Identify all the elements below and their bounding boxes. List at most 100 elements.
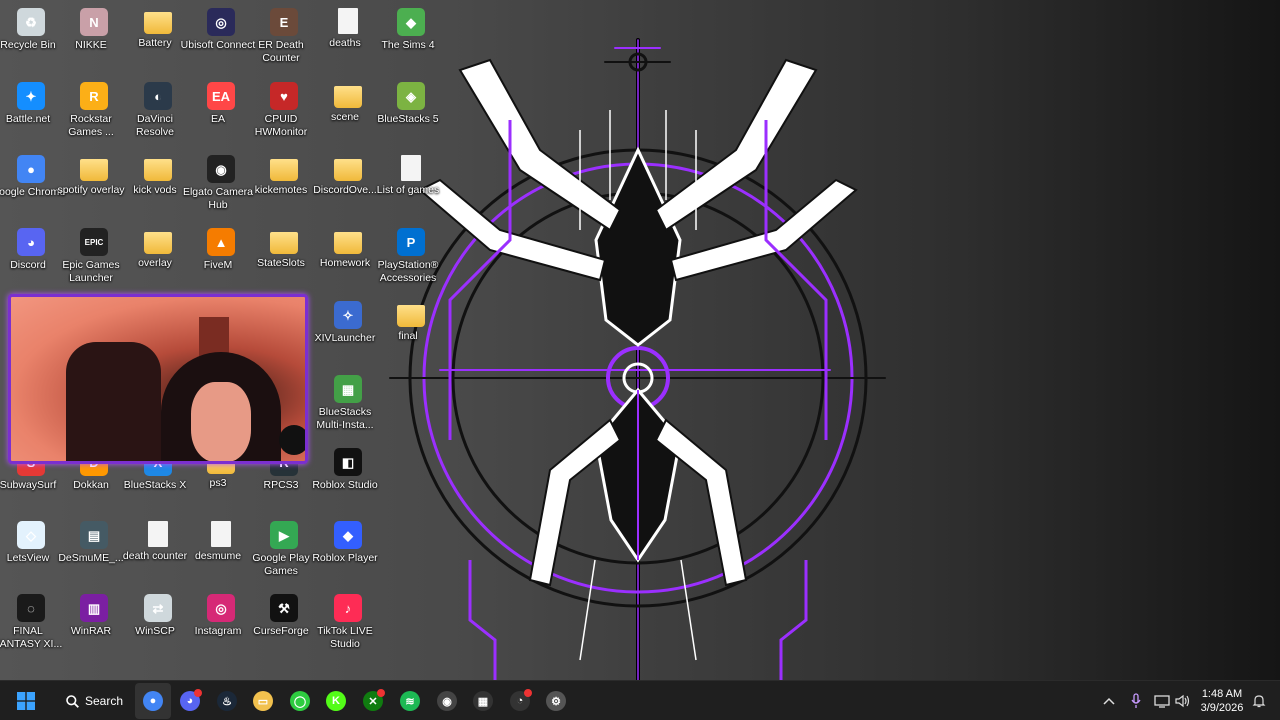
xivlauncher-icon: ✧ [334,301,362,329]
desmume-icon [211,521,231,547]
letsview-icon: ◇ [17,521,45,549]
webcam-person-face [191,382,251,461]
webcam-microphone [279,425,305,455]
notification-badge [524,689,532,697]
elgato-icon: ◉ [437,691,457,711]
document-icon [148,521,168,547]
folder-icon [144,232,172,254]
folder-icon [144,159,172,181]
taskbar-app-settings[interactable]: ⚙ [538,683,574,719]
chrome-icon: ● [17,155,45,183]
folder-icon [334,232,362,254]
taskbar-app-discord[interactable]: ◕ [172,683,208,719]
playstation-icon: P [397,228,425,256]
ubisoft-icon: ◎ [207,8,235,36]
battlenet-icon: ✦ [17,82,45,110]
system-clock[interactable]: 1:48 AM 3/9/2026 [1196,687,1248,715]
google-play-games-icon: ▶ [270,521,298,549]
desktop-icon-label: PlayStation® Accessories [377,259,439,284]
curseforge-icon: ⚒ [270,594,298,622]
recycle-bin-icon: ♻ [17,8,45,36]
stream-deck-icon: ▦ [473,691,493,711]
folder-icon [334,86,362,108]
bluestacks-icon: ◈ [397,82,425,110]
clock-time: 1:48 AM [1201,688,1243,700]
folder-icon [270,159,298,181]
windows-logo-icon [17,692,35,710]
taskbar-app-kick[interactable]: K [318,683,354,719]
folder-icon [397,305,425,327]
notification-badge [194,689,202,697]
epic-icon: EPIC [80,228,108,256]
document-icon [338,8,358,34]
desktop-icon-label: The Sims 4 [381,39,435,51]
microphone-tray-button[interactable] [1126,681,1146,720]
taskbar-app-spotify[interactable]: ≋ [392,683,428,719]
search-label: Search [85,694,124,708]
notification-bell-icon [1252,695,1266,708]
desktop-icon-psacc[interactable]: P PlayStation® Accessories [378,224,443,294]
taskbar-app-obs[interactable]: ◔ [502,683,538,719]
folder-icon [144,12,172,34]
desktop-icon-label: BlueStacks Multi-Insta... [316,406,374,431]
taskbar-app-steam[interactable]: ♨ [209,683,245,719]
roblox-studio-icon: ◧ [334,448,362,476]
settings-icon: ⚙ [546,691,566,711]
desktop-icon-label: BlueStacks 5 [377,113,439,125]
microphone-icon [1131,693,1141,708]
taskbar-app-file-explorer[interactable]: ▭ [245,683,281,719]
final-fantasy-icon: ◌ [17,594,45,622]
notifications-button[interactable] [1250,681,1268,720]
folder-icon [80,159,108,181]
desktop-icon-listgames[interactable]: List of games [377,151,443,221]
desktop-icon-final[interactable]: final [379,297,443,367]
steam-icon: ♨ [217,691,237,711]
file-explorer-icon: ▭ [253,691,273,711]
desktop-icon-label: final [398,330,418,342]
desmume-archive-icon: ▤ [80,521,108,549]
hwmonitor-icon: ♥ [270,82,298,110]
discord-icon: ◕ [17,228,45,256]
taskbar-app-elgato[interactable]: ◉ [429,683,465,719]
er-death-counter-icon: E [270,8,298,36]
fivem-icon: ▲ [207,228,235,256]
folder-icon [334,159,362,181]
desktop-icon-tiktok[interactable]: ♪ TikTok LIVE Studio [316,590,380,660]
desktop-icon-sims4[interactable]: ◆ The Sims 4 [379,4,443,74]
desktop-icon-label: TikTok LIVE Studio [317,625,373,650]
network-icon [1154,695,1170,708]
chevron-up-icon [1103,697,1115,705]
davinci-icon: ◐ [144,82,172,110]
taskbar-app-xbox[interactable]: ✕ [355,683,391,719]
start-button[interactable] [8,683,44,719]
taskbar-search[interactable]: Search [58,687,128,715]
notification-badge [377,689,385,697]
ea-icon: EA [207,82,235,110]
chrome-icon: ● [143,691,163,711]
desktop-icon-bsmulti[interactable]: ▦ BlueStacks Multi-Insta... [316,371,380,441]
desktop-icon-bluestacks5[interactable]: ◈ BlueStacks 5 [377,78,443,148]
show-hidden-icons-button[interactable] [1098,681,1120,720]
speaker-icon [1175,694,1190,708]
desktop-icon-robloxplayer[interactable]: ◆ Roblox Player [312,517,380,587]
spotify-icon: ≋ [400,691,420,711]
wallpaper-spider-emblem [389,38,886,685]
taskbar-app-xbox-app[interactable]: ◯ [282,683,318,719]
volume-tray-button[interactable] [1173,681,1193,720]
nikke-icon: N [80,8,108,36]
search-icon [66,694,79,708]
winrar-icon: ▥ [80,594,108,622]
desktop-icon-robloxstudio[interactable]: ◧ Roblox Studio [312,444,380,514]
taskbar-app-chrome[interactable]: ● [135,683,171,719]
network-tray-button[interactable] [1152,681,1172,720]
bluestacks-multi-icon: ▦ [334,375,362,403]
sims-icon: ◆ [397,8,425,36]
desktop-icon-label: Roblox Studio [312,479,378,491]
elgato-icon: ◉ [207,155,235,183]
clock-date: 3/9/2026 [1200,702,1244,714]
taskbar-app-stream-deck[interactable]: ▦ [465,683,501,719]
kick-icon: K [326,691,346,711]
roblox-player-icon: ◆ [334,521,362,549]
desktop-icon-label: List of games [376,184,440,196]
xbox-app-icon: ◯ [290,691,310,711]
